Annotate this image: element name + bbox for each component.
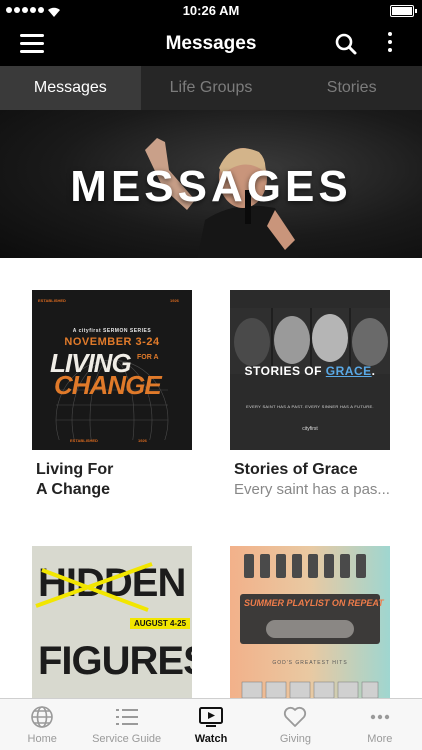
cassette-reels-graphic bbox=[266, 620, 354, 638]
play-screen-icon bbox=[199, 707, 224, 727]
tabbar-item-service-guide[interactable]: Service Guide bbox=[84, 699, 168, 750]
status-bar: 10:26 AM bbox=[0, 0, 422, 22]
art-stories-title: STORIES OF GRACE. bbox=[230, 364, 390, 378]
art-word-figures: FIGURES bbox=[38, 639, 192, 683]
strike-graphic bbox=[35, 562, 153, 612]
art-stories-title-suffix: . bbox=[371, 364, 376, 378]
player-buttons-graphic bbox=[241, 681, 379, 698]
page-title: Messages bbox=[165, 33, 257, 54]
segment-tabs: Messages Life Groups Stories bbox=[0, 66, 422, 110]
more-vertical-icon[interactable] bbox=[384, 32, 396, 56]
tabbar-label: More bbox=[367, 733, 393, 745]
art-word-for-a: FOR A bbox=[137, 354, 159, 361]
art-stories-title-prefix: STORIES OF bbox=[244, 364, 326, 378]
nav-bar: Messages bbox=[0, 22, 422, 66]
mixer-knobs-graphic bbox=[244, 554, 366, 578]
card-title: Stories of Grace bbox=[234, 461, 358, 478]
hero-title: MESSAGES bbox=[70, 162, 352, 211]
card-title-line2: A Change bbox=[36, 481, 111, 498]
message-card-stories-of-grace[interactable]: STORIES OF GRACE. EVERY SAINT HAS A PAST… bbox=[230, 290, 390, 500]
tab-life-groups[interactable]: Life Groups bbox=[141, 66, 282, 110]
art-text-established-bottom: ESTABLISHED bbox=[70, 438, 98, 443]
card-subtitle: Every saint has a pas... bbox=[234, 481, 390, 498]
art-dates: NOVEMBER 3-24 bbox=[64, 336, 160, 348]
art-dates: AUGUST 4-25 bbox=[130, 618, 191, 629]
card-title-line1: Living For bbox=[36, 461, 114, 478]
art-word-change: CHANGE bbox=[54, 370, 162, 400]
battery-icon bbox=[390, 5, 417, 17]
bottom-tab-bar: Home Service Guide Watch Giving More bbox=[0, 698, 422, 750]
message-card-summer-playlist[interactable]: SUMMER PLAYLIST ON REPEAT GOD'S GREATEST… bbox=[230, 546, 390, 698]
tabbar-label: Giving bbox=[279, 733, 312, 745]
list-icon bbox=[115, 709, 138, 725]
art-stories-title-accent: GRACE bbox=[325, 364, 372, 378]
tabbar-label: Service Guide bbox=[92, 733, 162, 745]
tabbar-item-more[interactable]: More bbox=[338, 699, 422, 750]
tabbar-item-home[interactable]: Home bbox=[0, 699, 84, 750]
tabbar-label: Watch bbox=[194, 733, 228, 745]
message-grid: ESTABLISHED 1926 A cityfirst SERMON SERI… bbox=[0, 258, 422, 698]
art-logo: cityfirst bbox=[302, 426, 318, 432]
tabbar-item-giving[interactable]: Giving bbox=[253, 699, 337, 750]
art-text-year: 1926 bbox=[170, 298, 179, 303]
tab-stories[interactable]: Stories bbox=[281, 66, 422, 110]
art-tape-title: SUMMER PLAYLIST ON REPEAT bbox=[244, 598, 384, 608]
tabbar-item-watch[interactable]: Watch bbox=[169, 699, 253, 750]
hero-banner: MESSAGES bbox=[0, 110, 422, 258]
series-artwork: STORIES OF GRACE. EVERY SAINT HAS A PAST… bbox=[230, 290, 390, 450]
card-title: Living For A Change bbox=[36, 460, 192, 500]
art-text-established: ESTABLISHED bbox=[38, 298, 66, 303]
art-series-label: A cityfirst SERMON SERIES bbox=[72, 328, 152, 334]
art-hits-label: GOD'S GREATEST HITS bbox=[272, 660, 348, 666]
heart-icon bbox=[284, 706, 307, 727]
series-artwork: SUMMER PLAYLIST ON REPEAT GOD'S GREATEST… bbox=[230, 546, 390, 698]
message-card-living-for-a-change[interactable]: ESTABLISHED 1926 A cityfirst SERMON SERI… bbox=[32, 290, 192, 500]
search-icon[interactable] bbox=[334, 32, 358, 56]
tabbar-label: Home bbox=[27, 733, 57, 745]
series-artwork: HIDDEN AUGUST 4-25 FIGURES bbox=[32, 546, 192, 698]
tab-messages[interactable]: Messages bbox=[0, 66, 141, 110]
status-time: 10:26 AM bbox=[182, 3, 240, 18]
message-card-hidden-figures[interactable]: HIDDEN AUGUST 4-25 FIGURES bbox=[32, 546, 192, 698]
more-horizontal-icon bbox=[370, 714, 390, 720]
globe-icon bbox=[31, 706, 54, 728]
art-text-year-bottom: 1926 bbox=[138, 438, 147, 443]
art-tagline: EVERY SAINT HAS A PAST. EVERY SINNER HAS… bbox=[246, 404, 374, 409]
series-artwork: ESTABLISHED 1926 A cityfirst SERMON SERI… bbox=[32, 290, 192, 450]
